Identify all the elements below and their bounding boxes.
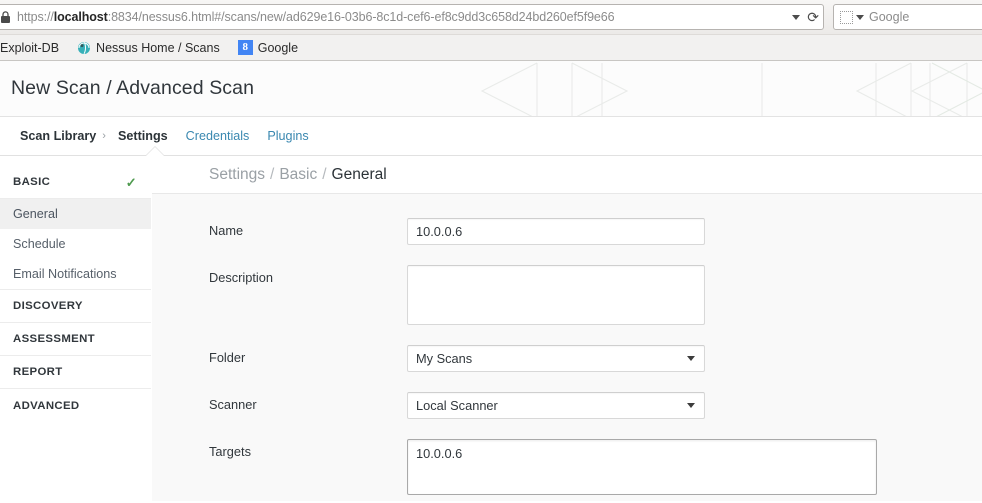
form-row-targets: Targets 10.0.0.6 [152, 439, 982, 495]
tab-strip: Scan Library › Settings Credentials Plug… [0, 117, 982, 156]
sidebar-item-label: General [13, 207, 58, 221]
targets-label: Targets [209, 444, 251, 459]
check-icon: ✓ [125, 174, 137, 190]
chevron-down-icon[interactable] [856, 14, 864, 20]
breadcrumb-general: General [331, 165, 387, 183]
url-bar-actions: ⟳ [786, 10, 819, 24]
scanner-selected-value: Local Scanner [416, 398, 498, 413]
chevron-down-icon [687, 403, 695, 408]
bookmarks-bar: Exploit-DB Nessus Home / Scans 8 Google [0, 34, 982, 60]
sidebar-group-label: REPORT [13, 366, 63, 378]
browser-chrome: https://localhost:8834/nessus6.html#/sca… [0, 0, 982, 61]
sidebar-item-schedule[interactable]: Schedule [0, 229, 151, 259]
name-input[interactable] [407, 218, 705, 245]
browser-nav-toolbar: https://localhost:8834/nessus6.html#/sca… [0, 0, 982, 34]
sidebar-group-basic[interactable]: BASIC ✓ [0, 166, 151, 199]
form-row-name: Name [152, 218, 982, 245]
breadcrumb-basic[interactable]: Basic [279, 166, 317, 184]
bookmark-label: Nessus Home / Scans [96, 40, 220, 55]
url-bar[interactable]: https://localhost:8834/nessus6.html#/sca… [0, 4, 824, 30]
sidebar-item-email-notifications[interactable]: Email Notifications [0, 259, 151, 289]
folder-label: Folder [209, 350, 246, 365]
sidebar-group-assessment[interactable]: ASSESSMENT [0, 323, 151, 356]
form-row-folder: Folder My Scans [152, 345, 982, 372]
tab-credentials[interactable]: Credentials [177, 129, 259, 143]
search-input-placeholder[interactable]: Google [869, 10, 909, 24]
nessus-favicon [77, 41, 91, 55]
reload-icon[interactable]: ⟳ [807, 10, 819, 24]
app-header: New Scan / Advanced Scan [0, 61, 982, 117]
lock-icon [0, 10, 11, 24]
nessus-app: New Scan / Advanced Scan Scan Library › … [0, 61, 982, 501]
header-watermark-graphic [480, 62, 982, 116]
settings-sidebar: BASIC ✓ General Schedule Email Notificat… [0, 156, 152, 501]
search-bar[interactable]: Google [833, 4, 982, 30]
chevron-down-icon [687, 356, 695, 361]
description-textarea[interactable] [407, 265, 705, 325]
google-favicon: 8 [237, 40, 253, 55]
bookmark-label: Exploit-DB [0, 40, 60, 55]
page-title: New Scan / Advanced Scan [11, 77, 255, 99]
breadcrumb-separator: / [322, 165, 327, 183]
form-row-scanner: Scanner Local Scanner [152, 392, 982, 419]
bookmark-label: Google [257, 40, 299, 55]
breadcrumb: Settings / Basic / General [152, 156, 982, 193]
general-settings-form: Name Description Folder My Scans Scanner [152, 193, 982, 501]
scanner-label: Scanner [209, 397, 257, 412]
sidebar-group-report[interactable]: REPORT [0, 356, 151, 389]
sidebar-item-label: Email Notifications [13, 267, 117, 281]
tab-plugins[interactable]: Plugins [258, 129, 317, 143]
scanner-select[interactable]: Local Scanner [407, 392, 705, 419]
sidebar-group-label: ADVANCED [13, 399, 80, 412]
folder-selected-value: My Scans [416, 351, 473, 366]
sidebar-group-discovery[interactable]: DISCOVERY [0, 290, 151, 323]
bookmark-exploit-db[interactable]: Exploit-DB [0, 37, 68, 59]
app-body: BASIC ✓ General Schedule Email Notificat… [0, 156, 982, 501]
breadcrumb-scan-library[interactable]: Scan Library [11, 129, 99, 143]
sidebar-item-label: Schedule [13, 237, 66, 251]
sidebar-group-label: BASIC [13, 176, 51, 188]
chevron-down-icon[interactable] [792, 14, 801, 20]
description-label: Description [209, 270, 274, 285]
targets-textarea[interactable]: 10.0.0.6 [407, 439, 877, 495]
tab-settings[interactable]: Settings [109, 129, 177, 143]
active-tab-caret-icon [146, 147, 164, 156]
sidebar-group-label: ASSESSMENT [13, 333, 95, 345]
settings-content: Settings / Basic / General Name Descript… [152, 156, 982, 501]
name-label: Name [209, 223, 244, 238]
sidebar-group-label: DISCOVERY [13, 300, 83, 312]
sidebar-item-general[interactable]: General [0, 199, 151, 229]
bookmark-google[interactable]: 8 Google [229, 37, 307, 59]
breadcrumb-settings[interactable]: Settings [209, 166, 265, 184]
url-text: https://localhost:8834/nessus6.html#/sca… [17, 10, 615, 24]
form-row-description: Description [152, 265, 982, 325]
folder-select[interactable]: My Scans [407, 345, 705, 372]
breadcrumb-separator-icon: › [102, 130, 106, 142]
breadcrumb-separator: / [270, 165, 275, 183]
sidebar-group-advanced[interactable]: ADVANCED [0, 389, 151, 422]
bookmark-nessus-home-scans[interactable]: Nessus Home / Scans [68, 37, 229, 59]
search-engine-icon[interactable] [840, 10, 853, 24]
